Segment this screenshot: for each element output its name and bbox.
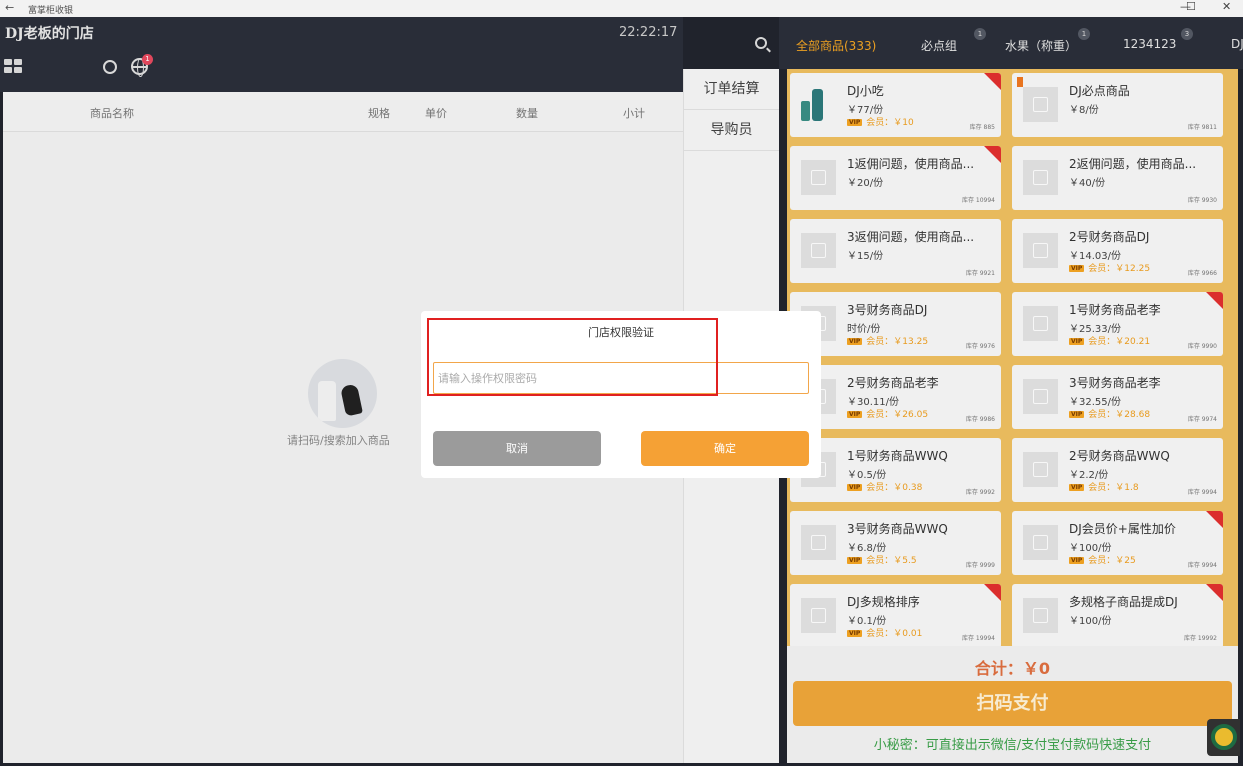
cancel-button[interactable]: 取消 bbox=[433, 431, 601, 466]
confirm-button[interactable]: 确定 bbox=[641, 431, 809, 466]
highlight-box bbox=[427, 318, 718, 396]
